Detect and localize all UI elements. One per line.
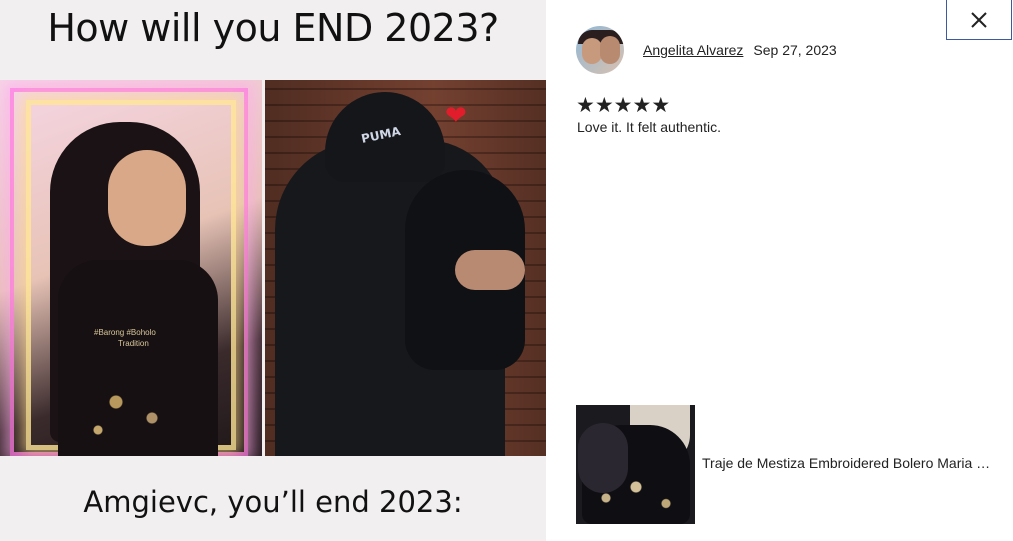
reviewer-name-link[interactable]: Angelita Alvarez	[643, 42, 743, 58]
close-icon[interactable]	[969, 10, 989, 30]
photo-overlay-text-2: Tradition	[118, 339, 149, 348]
review-header: Angelita Alvarez Sep 27, 2023	[576, 26, 837, 74]
star-icon: ★	[651, 93, 671, 117]
close-button[interactable]	[946, 0, 1012, 40]
person-hand	[455, 250, 525, 290]
photo-footer: Amgievc, you’ll end 2023:	[83, 485, 463, 519]
star-icon: ★	[576, 93, 595, 117]
star-rating: ★ ★ ★ ★ ★	[576, 94, 670, 116]
star-icon: ★	[613, 93, 633, 117]
review-date: Sep 27, 2023	[753, 42, 837, 58]
photo-overlay-text-1: #Barong #Boholo	[94, 328, 156, 337]
avatar[interactable]	[576, 26, 624, 74]
photo-left-portrait: #Barong #Boholo Tradition	[0, 80, 262, 456]
product-thumbnail[interactable]	[576, 405, 695, 524]
review-text: Love it. It felt authentic.	[577, 119, 721, 135]
star-icon: ★	[594, 93, 614, 117]
heart-icon: ❤	[445, 100, 467, 130]
portrait-face	[108, 150, 186, 246]
star-icon: ★	[632, 93, 652, 117]
portrait-embroidery	[68, 370, 188, 450]
product-title-link[interactable]: Traje de Mestiza Embroidered Bolero Mari…	[702, 455, 994, 471]
photo-right-couple: PUMA ❤	[265, 80, 546, 456]
review-photo: How will you END 2023? #Barong #Boholo T…	[0, 0, 546, 541]
photo-heading: How will you END 2023?	[47, 6, 499, 50]
